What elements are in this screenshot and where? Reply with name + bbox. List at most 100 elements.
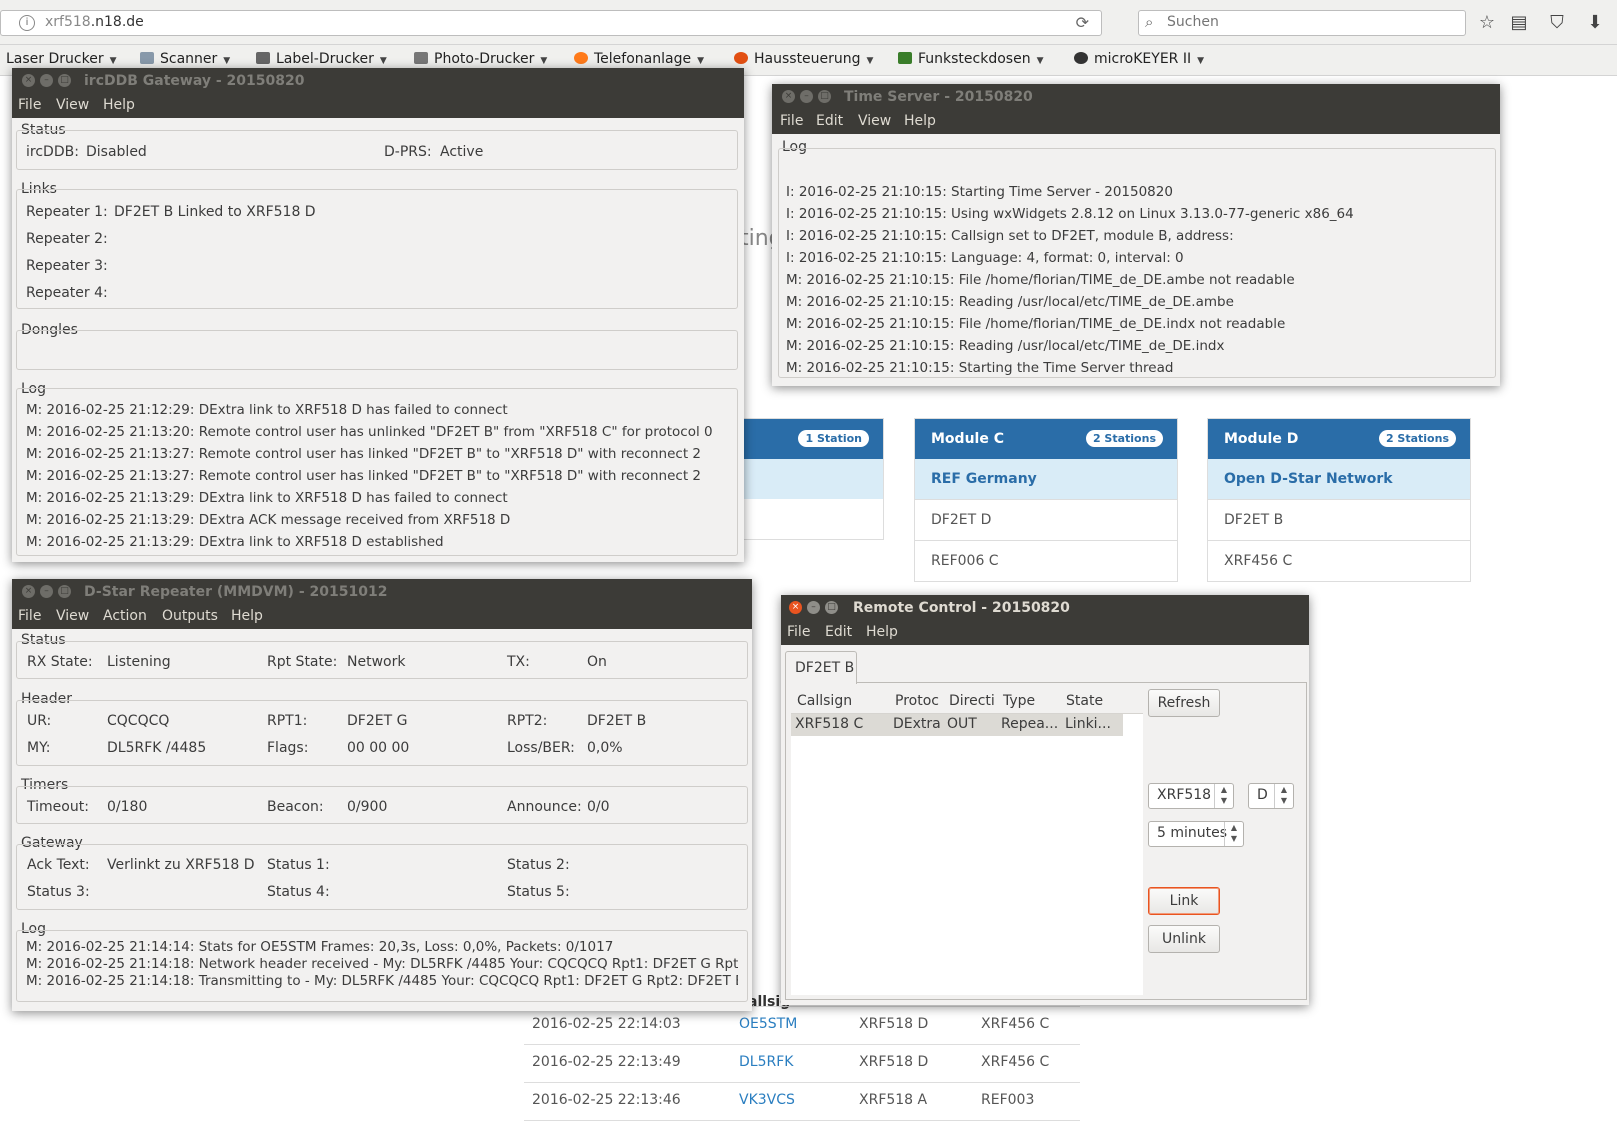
log-line: I: 2016-02-25 21:10:15: Callsign set to … bbox=[786, 228, 1234, 244]
bookmark-scanner[interactable]: Scanner ▼ bbox=[140, 51, 230, 67]
reload-icon[interactable]: ⟳ bbox=[1076, 13, 1089, 32]
bookmark-microkeyer[interactable]: microKEYER II ▼ bbox=[1074, 51, 1204, 67]
bookmark-haussteuerung[interactable]: Haussteuerung ▼ bbox=[734, 51, 873, 67]
flags-value: 00 00 00 bbox=[347, 740, 410, 756]
unlink-button[interactable]: Unlink bbox=[1148, 925, 1220, 953]
scanner-icon bbox=[140, 52, 154, 64]
column-type[interactable]: Type bbox=[1003, 693, 1035, 709]
chevron-down-icon: ▼ bbox=[109, 56, 117, 66]
my-value: DL5RFK /4485 bbox=[107, 740, 207, 756]
rpt-state-label: Rpt State: bbox=[267, 654, 338, 670]
spinner-arrows-icon[interactable]: ▲ ▼ bbox=[1214, 784, 1233, 808]
minimize-icon[interactable]: – bbox=[807, 601, 820, 614]
log-line: M: 2016-02-25 21:13:29: DExtra ACK messa… bbox=[26, 512, 511, 528]
menu-help[interactable]: Help bbox=[231, 608, 263, 624]
maximize-icon[interactable]: □ bbox=[825, 601, 838, 614]
search-input[interactable] bbox=[1165, 13, 1459, 31]
menu-view[interactable]: View bbox=[858, 113, 891, 129]
chevron-down-icon: ▼ bbox=[1197, 56, 1205, 66]
callsign-link[interactable]: DL5RFK bbox=[739, 1054, 793, 1070]
reflector-select[interactable]: XRF518 ▲ ▼ bbox=[1148, 783, 1234, 809]
minimize-icon[interactable]: – bbox=[40, 585, 53, 598]
close-icon[interactable]: × bbox=[22, 585, 35, 598]
log-line: M: 2016-02-25 21:10:15: Reading /usr/loc… bbox=[786, 294, 1234, 310]
pocket-icon[interactable]: ⛉ bbox=[1546, 12, 1568, 33]
search-box[interactable]: ⌕ bbox=[1138, 10, 1466, 36]
menu-outputs[interactable]: Outputs bbox=[162, 608, 218, 624]
close-icon[interactable]: × bbox=[789, 601, 802, 614]
row-type: Repea... bbox=[1001, 716, 1059, 732]
column-protocol[interactable]: Protoc bbox=[895, 693, 947, 709]
reading-list-icon[interactable]: ▤ bbox=[1508, 12, 1530, 33]
bookmark-star-icon[interactable]: ☆ bbox=[1476, 12, 1498, 33]
site-info-icon[interactable]: i bbox=[19, 15, 35, 31]
module-network[interactable]: Open D-Star Network bbox=[1208, 459, 1470, 499]
close-icon[interactable]: × bbox=[22, 74, 35, 87]
maximize-icon[interactable]: □ bbox=[58, 585, 71, 598]
module-card-d: Module D 2 Stations Open D-Star Network D… bbox=[1207, 418, 1471, 582]
log-line: I: 2016-02-25 21:10:15: Language: 4, for… bbox=[786, 250, 1184, 266]
callsign-link[interactable]: OE5STM bbox=[739, 1016, 797, 1032]
menu-action[interactable]: Action bbox=[103, 608, 147, 624]
menu-file[interactable]: File bbox=[18, 608, 41, 624]
log-line: M: 2016-02-25 21:10:15: File /home/flori… bbox=[786, 316, 1286, 332]
column-direction[interactable]: Directi bbox=[949, 693, 1001, 709]
bookmark-funksteckdosen[interactable]: Funksteckdosen ▼ bbox=[898, 51, 1044, 67]
log-line: M: 2016-02-25 21:13:29: DExtra link to X… bbox=[26, 490, 508, 506]
column-callsign[interactable]: Callsign bbox=[797, 693, 852, 709]
menu-help[interactable]: Help bbox=[866, 624, 898, 640]
window-title: D-Star Repeater (MMDVM) - 20151012 bbox=[84, 584, 388, 600]
close-icon[interactable]: × bbox=[782, 90, 795, 103]
menu-help[interactable]: Help bbox=[904, 113, 936, 129]
module-station: REF006 C bbox=[915, 540, 1177, 581]
menu-edit[interactable]: Edit bbox=[816, 113, 843, 129]
rx-state-label: RX State: bbox=[27, 654, 93, 670]
minimize-icon[interactable]: – bbox=[40, 74, 53, 87]
maximize-icon[interactable]: □ bbox=[818, 90, 831, 103]
phone-icon bbox=[574, 52, 588, 64]
refresh-button[interactable]: Refresh bbox=[1148, 689, 1220, 717]
menu-view[interactable]: View bbox=[56, 608, 89, 624]
reconnect-select[interactable]: 5 minutes ▲ ▼ bbox=[1148, 821, 1244, 847]
log-lines: M: 2016-02-25 21:14:14: Stats for OE5STM… bbox=[26, 939, 738, 995]
title-bar[interactable]: × – □ ircDDB Gateway - 20150820 bbox=[12, 68, 744, 94]
module-network[interactable]: REF Germany bbox=[915, 459, 1177, 499]
menu-file[interactable]: File bbox=[787, 624, 810, 640]
log-line: M: 2016-02-25 21:13:29: DExtra link to X… bbox=[26, 534, 444, 550]
title-bar[interactable]: × – □ D-Star Repeater (MMDVM) - 20151012 bbox=[12, 579, 752, 605]
url-text: xrf518.n18.de bbox=[45, 14, 144, 30]
module-title: Module D bbox=[1224, 431, 1299, 447]
status3-label: Status 3: bbox=[27, 884, 90, 900]
spinner-arrows-icon[interactable]: ▲ ▼ bbox=[1274, 784, 1293, 808]
link-button[interactable]: Link bbox=[1148, 887, 1220, 915]
minimize-icon[interactable]: – bbox=[800, 90, 813, 103]
maximize-icon[interactable]: □ bbox=[58, 74, 71, 87]
download-icon[interactable]: ⬇ bbox=[1584, 12, 1606, 33]
menu-edit[interactable]: Edit bbox=[825, 624, 852, 640]
menu-help[interactable]: Help bbox=[103, 97, 135, 113]
table-row[interactable]: XRF518 C DExtra OUT Repea... Linki... bbox=[791, 714, 1123, 736]
chevron-down-icon: ▼ bbox=[379, 56, 387, 66]
menu-file[interactable]: File bbox=[780, 113, 803, 129]
title-bar[interactable]: × – □ Remote Control - 20150820 bbox=[781, 595, 1309, 621]
repeater-link-status: DF2ET B Linked to XRF518 D bbox=[114, 204, 316, 220]
tab-df2et-b[interactable]: DF2ET B bbox=[785, 651, 857, 684]
menu-bar: File Edit Help bbox=[781, 621, 1309, 645]
menu-file[interactable]: File bbox=[18, 97, 41, 113]
callsign-link[interactable]: VK3VCS bbox=[739, 1092, 795, 1108]
bookmark-photo-drucker[interactable]: Photo-Drucker ▼ bbox=[414, 51, 547, 67]
links-list[interactable]: Callsign Protoc Directi Type State XRF51… bbox=[791, 689, 1143, 995]
title-bar[interactable]: × – □ Time Server - 20150820 bbox=[772, 84, 1500, 110]
module-select[interactable]: D ▲ ▼ bbox=[1248, 783, 1294, 809]
address-bar[interactable]: i xrf518.n18.de ⟳ bbox=[0, 10, 1102, 36]
last-heard-table: 2016-02-25 22:14:03 OE5STM XRF518 D XRF456 … bbox=[524, 1006, 1080, 1121]
column-state[interactable]: State bbox=[1066, 693, 1103, 709]
menu-view[interactable]: View bbox=[56, 97, 89, 113]
loss-ber-value: 0,0% bbox=[587, 740, 623, 756]
bookmark-telefonanlage[interactable]: Telefonanlage ▼ bbox=[574, 51, 704, 67]
status5-label: Status 5: bbox=[507, 884, 570, 900]
bookmark-label-drucker[interactable]: Label-Drucker ▼ bbox=[256, 51, 387, 67]
bookmark-laser-drucker[interactable]: Laser Drucker ▼ bbox=[6, 51, 117, 67]
spinner-arrows-icon[interactable]: ▲ ▼ bbox=[1224, 822, 1243, 846]
row-protocol: DExtra bbox=[893, 716, 941, 732]
